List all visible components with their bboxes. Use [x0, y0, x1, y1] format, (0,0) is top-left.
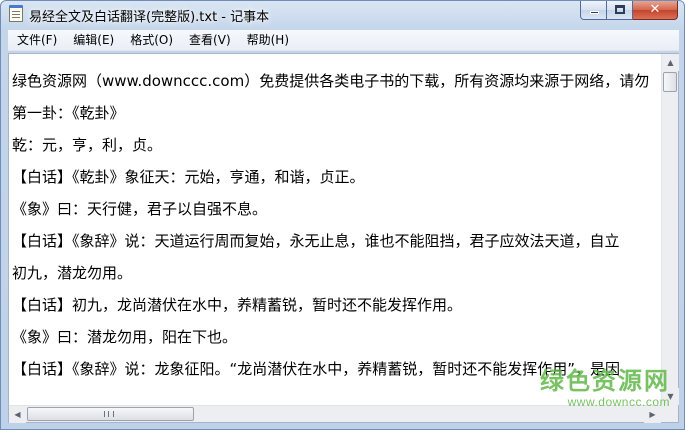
text-line: 初九，潜龙勿用。 — [12, 264, 133, 282]
text-line: 【白话】《乾卦》象征天：元始，亨通，和谐，贞正。 — [12, 168, 365, 186]
horizontal-scroll-thumb[interactable] — [27, 407, 194, 421]
up-arrow-icon: ▲ — [667, 58, 674, 67]
text-area[interactable]: 绿色资源网（www.downccc.com）免费提供各类电子书的下载，所有资源均… — [9, 54, 661, 405]
scroll-up-button[interactable]: ▲ — [662, 54, 679, 71]
vertical-scrollbar[interactable]: ▲ ▼ — [661, 54, 679, 405]
menu-file[interactable]: 文件(F) — [8, 30, 64, 51]
minimize-icon — [590, 11, 599, 14]
watermark-title: 绿色资源网 — [540, 367, 670, 395]
notepad-icon[interactable] — [9, 5, 23, 22]
window-title: 易经全文及白话翻译(完整版).txt - 记事本 — [29, 10, 270, 25]
right-arrow-icon: ▶ — [649, 410, 656, 419]
text-line: 《象》曰：潜龙勿用，阳在下也。 — [12, 328, 238, 346]
caption-buttons: ✕ — [580, 1, 678, 21]
text-line: 【白话】初九，龙尚潜伏在水中，养精蓄锐，暂时还不能发挥作用。 — [12, 296, 463, 314]
menu-view[interactable]: 查看(V) — [180, 30, 238, 51]
maximize-icon — [615, 5, 625, 14]
text-line: 【白话】《象辞》说：天道运行周而复始，永无止息，谁也不能阻挡，君子应效法天道，自… — [12, 232, 620, 250]
text-line: 乾：元，亨，利，贞。 — [12, 136, 163, 154]
menu-format[interactable]: 格式(O) — [121, 30, 180, 51]
close-button[interactable]: ✕ — [633, 1, 678, 20]
menu-bar: 文件(F) 编辑(E) 格式(O) 查看(V) 帮助(H) — [8, 30, 679, 51]
close-icon: ✕ — [649, 2, 661, 17]
title-bar[interactable]: 易经全文及白话翻译(完整版).txt - 记事本 ✕ — [1, 1, 684, 28]
menu-edit[interactable]: 编辑(E) — [64, 30, 121, 51]
scroll-left-button[interactable]: ◀ — [9, 406, 26, 423]
vertical-scroll-thumb[interactable] — [663, 72, 677, 92]
grip-icon — [104, 411, 114, 417]
text-line: 第一卦：《乾卦》 — [12, 104, 125, 122]
text-line: 绿色资源网（www.downccc.com）免费提供各类电子书的下载，所有资源均… — [12, 72, 650, 90]
left-arrow-icon: ◀ — [14, 410, 21, 419]
maximize-button[interactable] — [607, 1, 633, 20]
watermark-url: www.downcc.com — [567, 395, 670, 409]
notepad-window: 易经全文及白话翻译(完整版).txt - 记事本 ✕ 文件(F) 编辑(E) 格… — [0, 0, 685, 430]
text-line: 《象》曰：天行健，君子以自强不息。 — [12, 200, 268, 218]
menu-help[interactable]: 帮助(H) — [238, 30, 296, 51]
minimize-button[interactable] — [580, 1, 607, 20]
watermark: 绿色资源网 www.downcc.com — [520, 367, 670, 409]
